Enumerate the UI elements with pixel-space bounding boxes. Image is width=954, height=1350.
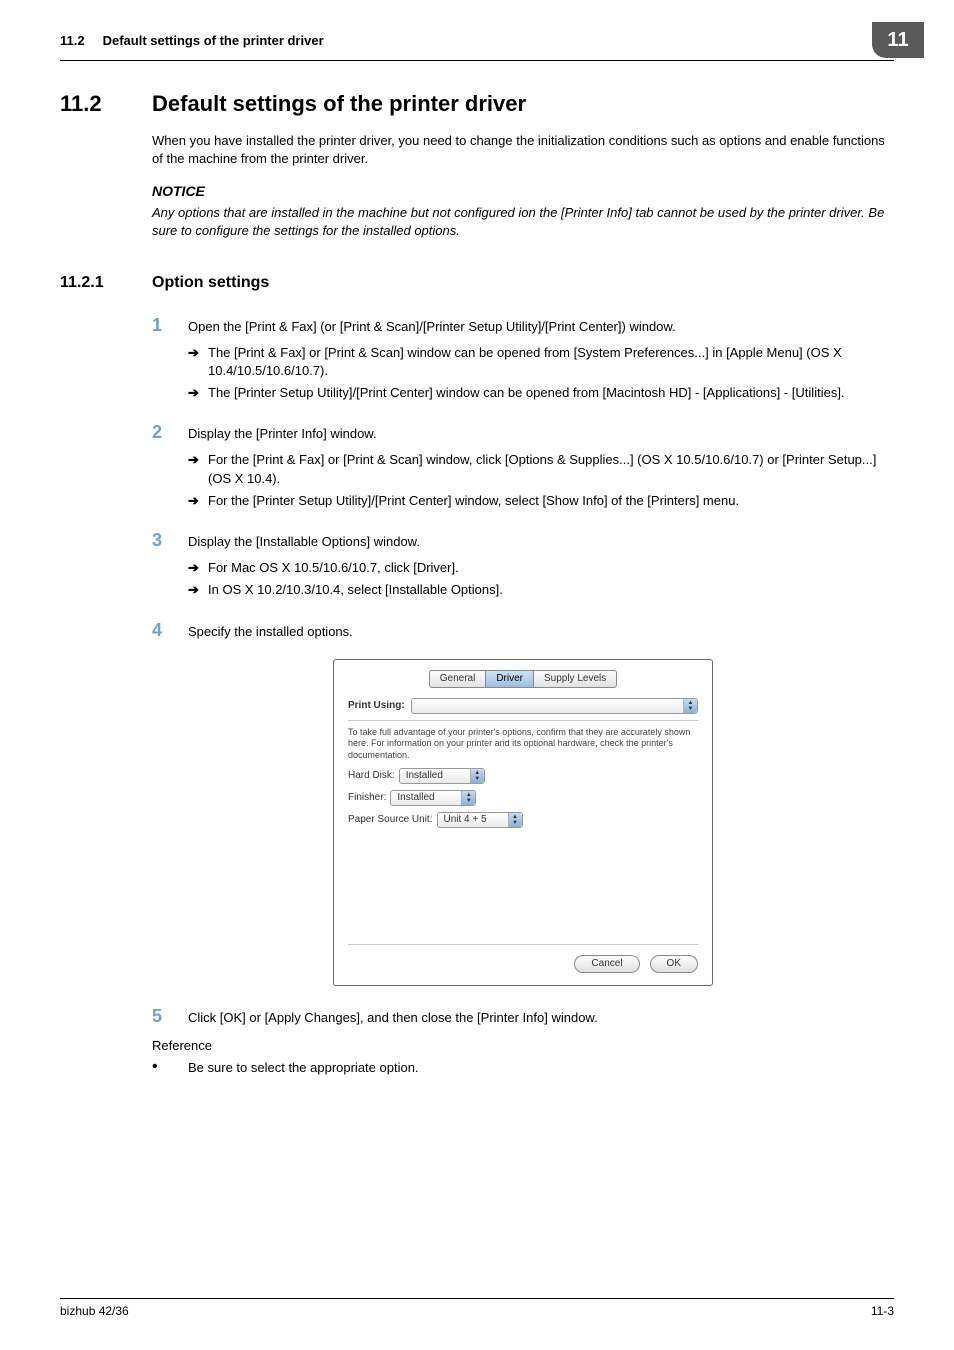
tab-driver[interactable]: Driver — [485, 670, 533, 688]
step-sub: The [Printer Setup Utility]/[Print Cente… — [208, 384, 894, 402]
select-arrows-icon: ▲▼ — [683, 699, 697, 713]
section-title: Default settings of the printer driver — [152, 89, 526, 120]
tab-general[interactable]: General — [429, 670, 486, 688]
chapter-badge: 11 — [872, 22, 924, 58]
option-select-paper-source[interactable]: Unit 4 + 5 ▲▼ — [437, 812, 523, 828]
subsection-title: Option settings — [152, 272, 269, 294]
select-arrows-icon: ▲▼ — [470, 769, 484, 783]
step-number: 2 — [152, 420, 188, 445]
tab-supply-levels[interactable]: Supply Levels — [533, 670, 617, 688]
dialog-tabbar: General Driver Supply Levels — [348, 670, 698, 688]
step-number: 1 — [152, 313, 188, 338]
notice-body: Any options that are installed in the ma… — [152, 204, 894, 240]
option-value: Unit 4 + 5 — [444, 813, 487, 827]
option-select-harddisk[interactable]: Installed ▲▼ — [399, 768, 485, 784]
option-label-finisher: Finisher: — [348, 791, 386, 805]
step-number: 5 — [152, 1004, 188, 1029]
bullet-icon: • — [152, 1059, 188, 1077]
print-using-select[interactable]: ▲▼ — [411, 698, 698, 714]
step-text: Specify the installed options. — [188, 623, 894, 641]
step-text: Display the [Installable Options] window… — [188, 533, 894, 551]
step-text: Display the [Printer Info] window. — [188, 425, 894, 443]
select-arrows-icon: ▲▼ — [461, 791, 475, 805]
option-select-finisher[interactable]: Installed ▲▼ — [390, 790, 476, 806]
running-header-title: Default settings of the printer driver — [103, 32, 872, 50]
arrow-icon: ➔ — [188, 344, 208, 380]
reference-item: Be sure to select the appropriate option… — [188, 1059, 419, 1077]
option-label-harddisk: Hard Disk: — [348, 769, 395, 783]
step-text: Click [OK] or [Apply Changes], and then … — [188, 1009, 894, 1027]
option-label-paper-source: Paper Source Unit: — [348, 813, 433, 827]
subsection-number: 11.2.1 — [60, 272, 152, 294]
divider — [348, 720, 698, 721]
section-number: 11.2 — [60, 89, 152, 120]
step-number: 4 — [152, 618, 188, 643]
printer-info-dialog: General Driver Supply Levels Print Using… — [333, 659, 713, 986]
footer-left: bizhub 42/36 — [60, 1303, 129, 1320]
reference-heading: Reference — [152, 1037, 894, 1055]
running-header-number: 11.2 — [60, 32, 85, 50]
print-using-label: Print Using: — [348, 699, 405, 713]
step-sub: For the [Printer Setup Utility]/[Print C… — [208, 492, 894, 510]
step-sub: For the [Print & Fax] or [Print & Scan] … — [208, 451, 894, 487]
section-intro: When you have installed the printer driv… — [152, 132, 894, 168]
step-text: Open the [Print & Fax] (or [Print & Scan… — [188, 318, 894, 336]
arrow-icon: ➔ — [188, 559, 208, 577]
arrow-icon: ➔ — [188, 492, 208, 510]
step-sub: For Mac OS X 10.5/10.6/10.7, click [Driv… — [208, 559, 894, 577]
option-value: Installed — [406, 769, 443, 783]
cancel-button[interactable]: Cancel — [574, 955, 639, 973]
dialog-info-text: To take full advantage of your printer's… — [348, 727, 698, 762]
ok-button[interactable]: OK — [650, 955, 698, 973]
footer-right: 11-3 — [871, 1303, 894, 1320]
arrow-icon: ➔ — [188, 451, 208, 487]
notice-heading: NOTICE — [152, 182, 894, 202]
step-number: 3 — [152, 528, 188, 553]
step-sub: The [Print & Fax] or [Print & Scan] wind… — [208, 344, 894, 380]
arrow-icon: ➔ — [188, 384, 208, 402]
select-arrows-icon: ▲▼ — [508, 813, 522, 827]
arrow-icon: ➔ — [188, 581, 208, 599]
option-value: Installed — [397, 791, 434, 805]
step-sub: In OS X 10.2/10.3/10.4, select [Installa… — [208, 581, 894, 599]
